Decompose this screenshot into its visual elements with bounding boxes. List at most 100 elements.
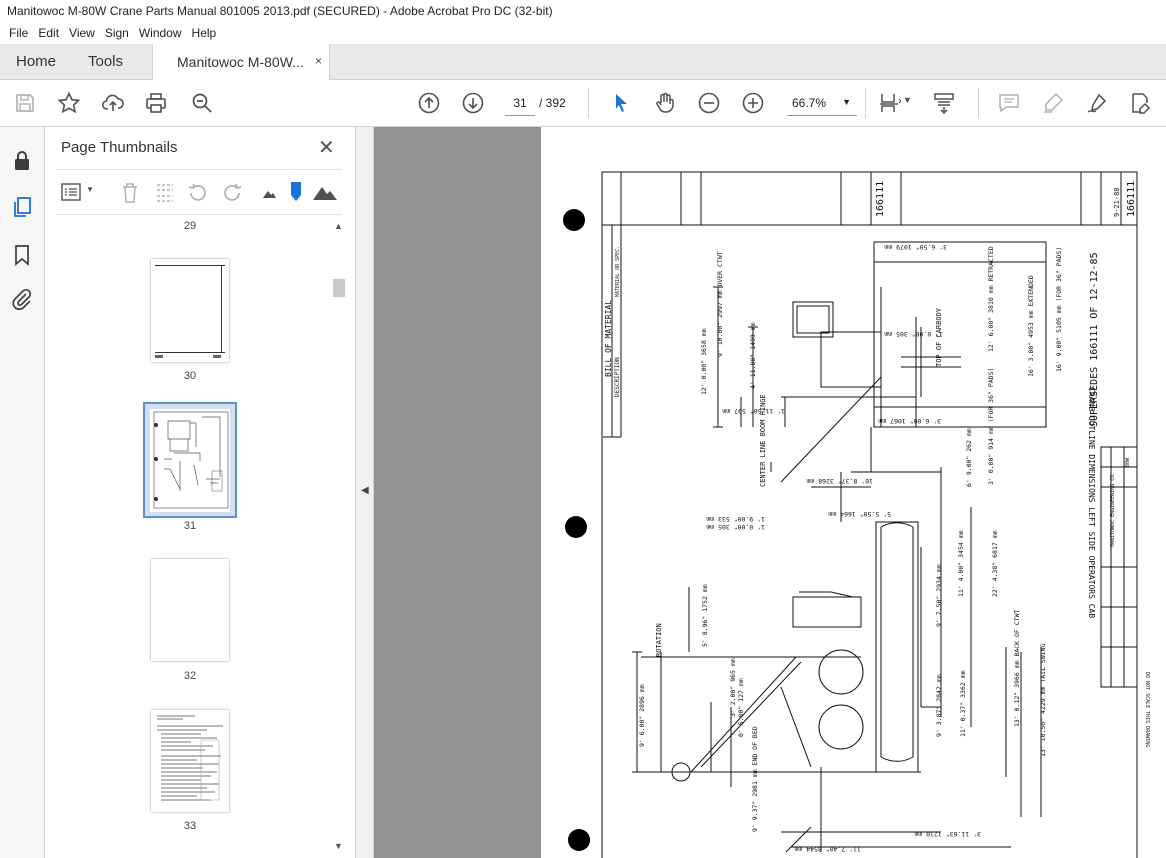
- dimension-label: 9' 6.00" 2896 mm: [638, 684, 646, 747]
- collapse-left-icon[interactable]: ◀: [361, 485, 369, 496]
- extract-page-icon[interactable]: [154, 182, 176, 204]
- dimension-label: 1' 11.50" 597 mm: [722, 407, 785, 415]
- zoom-search-icon[interactable]: [189, 90, 215, 116]
- dimension-label: 5' 8.96" 1752 mm: [701, 584, 709, 647]
- dimension-label: 3' 6.50" 1079 mm: [884, 243, 947, 251]
- dimension-label: 10' 8.37" 3268 mm: [806, 477, 873, 485]
- dimension-label: 11' 7.40" 3544 mm: [794, 845, 861, 853]
- drawing-number: 166111: [875, 181, 886, 217]
- menu-help[interactable]: Help: [189, 22, 224, 44]
- page-thumbnail-30[interactable]: [151, 259, 229, 362]
- document-viewer[interactable]: SUPERSEDES 166111 OF 12-12-85 CRANE OUTLI…: [374, 127, 1166, 858]
- zoom-level-select[interactable]: 66.7% ▼: [787, 90, 857, 116]
- select-cursor-icon[interactable]: [608, 90, 634, 116]
- drawing-company: MANITOWOC ENGINEERING CO.: [1110, 472, 1116, 547]
- delete-page-icon[interactable]: [120, 182, 140, 204]
- menu-edit[interactable]: Edit: [35, 22, 66, 44]
- previous-page-icon[interactable]: [416, 90, 442, 116]
- thumbnails-scrollbar[interactable]: ▲ ▼: [331, 221, 347, 855]
- zoom-in-icon[interactable]: [740, 90, 766, 116]
- dimension-label: 4' 11.00" 1499 mm: [749, 322, 757, 389]
- tab-document-label: Manitowoc M-80W...: [177, 54, 304, 70]
- main-toolbar: [0, 80, 1166, 127]
- rotate-left-icon[interactable]: [187, 182, 209, 204]
- rotate-right-icon[interactable]: [221, 182, 243, 204]
- dimension-label: 9' 7.50" 2934 mm: [935, 564, 943, 627]
- dimension-label: 12' 0.00" 3658 mm: [700, 328, 708, 395]
- highlight-pen-icon[interactable]: [1040, 90, 1066, 116]
- left-rail: [0, 127, 45, 858]
- tab-tools[interactable]: Tools: [88, 44, 123, 80]
- close-tab-icon[interactable]: ×: [315, 54, 322, 68]
- thumb-size-slider-icon[interactable]: [289, 180, 303, 202]
- print-icon[interactable]: [143, 90, 169, 116]
- menu-view[interactable]: View: [66, 22, 102, 44]
- dimension-label: 11' 0.37" 3362 mm: [959, 670, 967, 737]
- thumbnails-toolbar: ▼: [57, 169, 342, 215]
- options-menu-icon[interactable]: [61, 182, 83, 202]
- attachment-icon[interactable]: [10, 287, 34, 311]
- menu-window[interactable]: Window: [136, 22, 189, 44]
- dimension-label: 3' 0.00" 914 mm (FOR 36" PADS): [987, 368, 995, 485]
- window-title: Manitowoc M-80W Crane Parts Manual 80100…: [0, 0, 1166, 22]
- callout-label: TOP OF CARBODY: [935, 307, 943, 367]
- callout-label: ROTATION: [655, 623, 663, 657]
- thumb-small-icon[interactable]: [262, 186, 276, 200]
- scroll-up-icon[interactable]: ▲: [334, 221, 343, 231]
- tab-home[interactable]: Home: [16, 44, 56, 80]
- page-thumbnail-31-selected[interactable]: [143, 402, 237, 518]
- page-thumbnail-33[interactable]: [151, 710, 229, 812]
- dimension-label: 12' 6.00" 3810 mm RETRACTED: [987, 246, 995, 352]
- scroll-down-icon[interactable]: ▼: [334, 841, 343, 851]
- dimension-label: 3' 6.00" 1067 mm: [878, 417, 941, 425]
- dimension-label: 3' 2.00" 965 mm: [729, 658, 737, 717]
- dimension-label: 9' 9.37" 2981 mm END OF BED: [751, 726, 759, 832]
- hand-tool-icon[interactable]: [652, 90, 678, 116]
- tab-document[interactable]: Manitowoc M-80W... ×: [152, 44, 330, 80]
- menu-sign[interactable]: Sign: [102, 22, 136, 44]
- lock-icon[interactable]: [10, 149, 34, 173]
- save-icon[interactable]: [12, 90, 38, 116]
- scroll-mode-icon[interactable]: [931, 90, 957, 116]
- sign-pen-icon[interactable]: [1084, 90, 1110, 116]
- page-fit-icon[interactable]: [876, 90, 902, 116]
- thumbnails-panel: Page Thumbnails ✕ ▼ 29 30 31 32 33 ▲ ▼: [45, 127, 356, 858]
- bom-column: DESCRIPTION: [614, 357, 621, 397]
- drawing-note: DO NOT SCALE THIS DRAWING: [1144, 672, 1150, 747]
- dimension-label: 9' 3.87" 2842 mm: [935, 674, 943, 737]
- next-page-icon[interactable]: [460, 90, 486, 116]
- page-thumbnail-32[interactable]: [151, 559, 229, 661]
- close-panel-icon[interactable]: ✕: [318, 135, 335, 160]
- dimension-label: 5' 5.50" 1664 mm: [828, 510, 891, 518]
- thumbnail-label: 30: [183, 370, 197, 382]
- dimension-label: 13' 10.50" 4229 mm TAIL SWING: [1039, 643, 1047, 757]
- drawing-model: 80W: [1125, 457, 1131, 467]
- engineering-drawing: SUPERSEDES 166111 OF 12-12-85CRANE OUTLI…: [563, 171, 1150, 858]
- panel-collapse-strip[interactable]: ◀: [356, 127, 374, 858]
- page-fit-chevron-icon[interactable]: ▼: [903, 95, 912, 105]
- dimension-label: 0' 5.00" 127 mm: [737, 678, 745, 737]
- callout-label: CENTER LINE BOOM HINGE: [759, 394, 767, 487]
- edit-pdf-icon[interactable]: [1127, 90, 1153, 116]
- drawing-title: CRANE OUTLINE DIMENSIONS LEFT SIDE OPERA…: [1087, 387, 1096, 618]
- pdf-page: SUPERSEDES 166111 OF 12-12-85 CRANE OUTLI…: [541, 127, 1166, 858]
- page-thumbnails-icon[interactable]: [10, 195, 34, 219]
- thumb-large-icon[interactable]: [312, 182, 338, 202]
- dimension-label: 22' 4.38" 6817 mm: [991, 530, 999, 597]
- comment-icon[interactable]: [996, 90, 1022, 116]
- total-pages-label: / 392: [539, 96, 566, 110]
- upload-cloud-icon[interactable]: [100, 90, 126, 116]
- dimension-label: 1' 9.00" 533 mm: [706, 515, 765, 523]
- scrollbar-thumb[interactable]: [333, 279, 345, 297]
- star-icon[interactable]: [56, 90, 82, 116]
- options-chevron-icon[interactable]: ▼: [86, 185, 94, 194]
- current-page-input[interactable]: 31: [505, 90, 535, 116]
- dimension-label: 1' 0.00" 305 mm: [706, 523, 765, 531]
- dimension-label: 16' 3.00" 4953 mm EXTENDED: [1027, 275, 1035, 377]
- zoom-out-icon[interactable]: [696, 90, 722, 116]
- bookmark-icon[interactable]: [10, 243, 34, 267]
- zoom-level-value: 66.7%: [792, 96, 827, 110]
- dimension-label: 6' 9.00" 262 mm: [965, 428, 973, 487]
- menu-file[interactable]: File: [6, 22, 35, 44]
- dimension-label: 9' 10.00" 2997 mm OVER CTWT: [716, 251, 724, 357]
